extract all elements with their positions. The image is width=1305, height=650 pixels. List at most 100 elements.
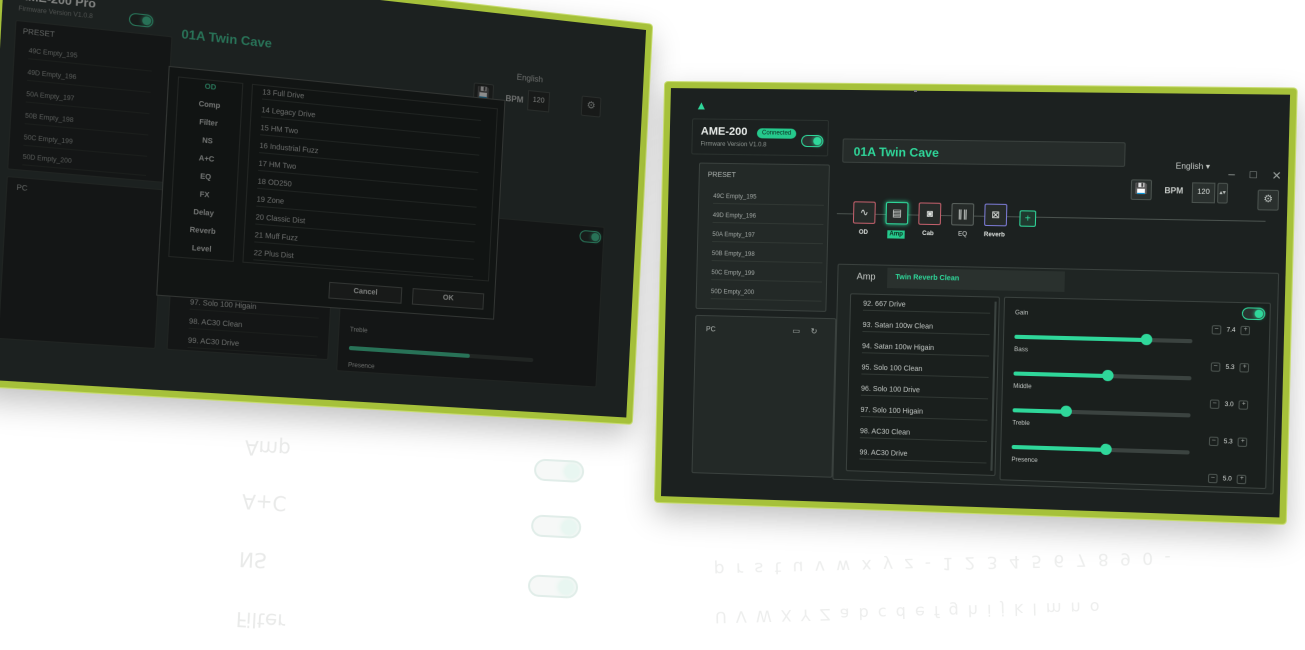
reflection-word: A+C (241, 489, 287, 515)
left-connection-toggle[interactable] (129, 12, 154, 27)
preset-item[interactable]: 49C Empty_195 (713, 194, 824, 206)
add-block-button[interactable]: + (1019, 210, 1036, 227)
model-row[interactable]: 92. 667 Drive (863, 301, 990, 314)
param-slider-gain[interactable] (1014, 335, 1192, 344)
modal-ok-button[interactable]: OK (412, 288, 484, 310)
tab-amp[interactable]: Amp (857, 271, 876, 282)
decrement-button[interactable]: – (1208, 474, 1218, 484)
left-preset-item[interactable]: 50C Empty_199 (23, 135, 147, 157)
left-preset-item[interactable]: 49D Empty_196 (27, 70, 151, 93)
model-name[interactable]: Twin Reverb Clean (895, 274, 959, 282)
language-select[interactable]: English ▾ (1176, 161, 1211, 171)
folder-icon[interactable]: ▭ (792, 326, 800, 335)
device-name: AME-200 (701, 125, 748, 138)
left-preset-panel: PRESET 49C Empty_195 49D Empty_196 50A E… (7, 20, 172, 183)
param-slider-bass[interactable] (1013, 371, 1191, 380)
model-list: 92. 667 Drive 93. Satan 100w Clean 94. S… (846, 293, 1000, 476)
left-preset-item[interactable]: 49C Empty_195 (28, 48, 152, 71)
pc-label: PC (706, 326, 716, 333)
left-settings-gear-icon[interactable]: ⚙ (581, 96, 602, 118)
maximize-button[interactable]: □ (1250, 169, 1257, 183)
preset-item[interactable]: 50D Empty_200 (711, 289, 822, 302)
od-wave-icon: ∿ (860, 207, 869, 218)
model-list-scrollbar[interactable] (990, 302, 996, 471)
left-pc-panel: PC (0, 176, 164, 349)
increment-button[interactable]: + (1237, 475, 1247, 485)
right-app-window: ▲ English ▾ – □ ✕ AME-200 Connected Firm… (655, 82, 1297, 524)
param-panel: Gain –7.4 + Bass –5.3 + Middle –3.0 + Treble –5.3 +… (999, 297, 1270, 489)
param-label-bass: Bass (1014, 347, 1028, 353)
slider-knob[interactable] (1140, 334, 1152, 346)
decrement-button[interactable]: – (1212, 325, 1222, 335)
left-preset-item[interactable]: 50A Empty_197 (26, 92, 150, 115)
left-treble-slider[interactable] (349, 346, 534, 362)
signal-chain: ∿ OD ▤ Amp ◙ Cab ∥∥ EQ ⊠ Reverb + (836, 193, 1275, 262)
module-enable-toggle[interactable] (1242, 307, 1266, 320)
slider-knob[interactable] (1060, 405, 1072, 417)
left-preset-item[interactable]: 50D Empty_200 (22, 154, 146, 176)
param-value-bass[interactable]: –5.3 + (1211, 362, 1250, 372)
model-row[interactable]: 99. AC30 Drive (859, 449, 986, 463)
preset-item[interactable]: 49D Empty_196 (713, 213, 824, 225)
slider-fill (1012, 445, 1106, 452)
param-value-treble[interactable]: –5.3 + (1209, 437, 1248, 447)
increment-button[interactable]: + (1241, 326, 1251, 336)
preset-item[interactable]: 50B Empty_198 (712, 251, 823, 263)
increment-button[interactable]: + (1240, 363, 1250, 373)
close-button[interactable]: ✕ (1272, 169, 1282, 183)
app-logo-icon: ▲ (694, 98, 708, 112)
model-row[interactable]: 96. Solo 100 Drive (861, 386, 988, 400)
connection-toggle[interactable] (801, 135, 824, 147)
slider-fill (1013, 408, 1066, 414)
model-row[interactable]: 93. Satan 100w Clean (862, 322, 989, 335)
left-bpm-label: BPM (505, 94, 523, 105)
model-row[interactable]: 97. Solo 100 Higain (860, 407, 987, 421)
model-row[interactable]: 98. AC30 Clean (860, 428, 987, 442)
stage: ▲ AME-200 Pro Firmware Version V1.0.8 01… (0, 0, 1305, 650)
slider-knob[interactable] (1100, 444, 1112, 456)
minimize-button[interactable]: – (1228, 168, 1235, 182)
preset-panel: PRESET 49C Empty_195 49D Empty_196 50A E… (695, 163, 829, 312)
preset-item[interactable]: 50A Empty_197 (712, 232, 823, 244)
param-number: 5.3 (1226, 364, 1235, 370)
chain-reverb-block[interactable]: ⊠ (984, 204, 1007, 227)
param-value-middle[interactable]: –3.0 + (1210, 399, 1249, 409)
model-row[interactable]: 94. Satan 100w Higain (862, 343, 989, 356)
left-model-row[interactable]: 98. AC30 Clean (189, 318, 319, 337)
firmware-text: Firmware Version V1.0.8 (700, 142, 766, 149)
amp-icon: ▤ (892, 208, 902, 219)
left-pc-label: PC (16, 184, 28, 193)
left-preset-title: 01A Twin Cave (181, 27, 272, 51)
param-slider-treble[interactable] (1012, 445, 1190, 455)
reflection-text-line: U V W X Y Z a b c d e f g h i j k l m n … (715, 598, 1102, 627)
model-row[interactable]: 95. Solo 100 Clean (861, 364, 988, 378)
chain-eq-block[interactable]: ∥∥ (951, 203, 974, 226)
param-value-gain[interactable]: –7.4 + (1212, 325, 1251, 335)
left-module-toggle[interactable] (579, 230, 601, 244)
param-slider-middle[interactable] (1013, 408, 1191, 417)
reflection-toggle (527, 574, 578, 599)
increment-button[interactable]: + (1239, 400, 1249, 410)
left-model-row[interactable]: 99. AC30 Drive (188, 337, 318, 356)
left-param-label: Treble (350, 327, 368, 334)
reflection-word: Filter (235, 607, 286, 634)
chain-amp-block[interactable]: ▤ (885, 202, 908, 225)
param-label-gain: Gain (1015, 310, 1028, 316)
effect-picker-modal: OD Comp Filter NS A+C EQ FX Delay Reverb… (156, 66, 505, 320)
left-app-window: ▲ AME-200 Pro Firmware Version V1.0.8 01… (0, 0, 652, 424)
decrement-button[interactable]: – (1211, 362, 1221, 372)
slider-fill (1014, 335, 1145, 342)
slider-knob[interactable] (1102, 370, 1114, 382)
increment-button[interactable]: + (1238, 437, 1248, 447)
left-preset-item[interactable]: 50B Empty_198 (25, 113, 149, 135)
preset-item[interactable]: 50C Empty_199 (711, 270, 822, 282)
left-language-select[interactable]: English (517, 73, 544, 85)
param-value-presence[interactable]: –5.0 + (1208, 474, 1247, 485)
left-bpm-value[interactable]: 120 (527, 90, 550, 112)
modal-cancel-button[interactable]: Cancel (328, 282, 402, 304)
refresh-icon[interactable]: ↻ (811, 327, 818, 336)
decrement-button[interactable]: – (1210, 399, 1220, 409)
decrement-button[interactable]: – (1209, 437, 1219, 447)
chain-od-block[interactable]: ∿ (853, 201, 876, 224)
chain-cab-block[interactable]: ◙ (918, 202, 941, 225)
